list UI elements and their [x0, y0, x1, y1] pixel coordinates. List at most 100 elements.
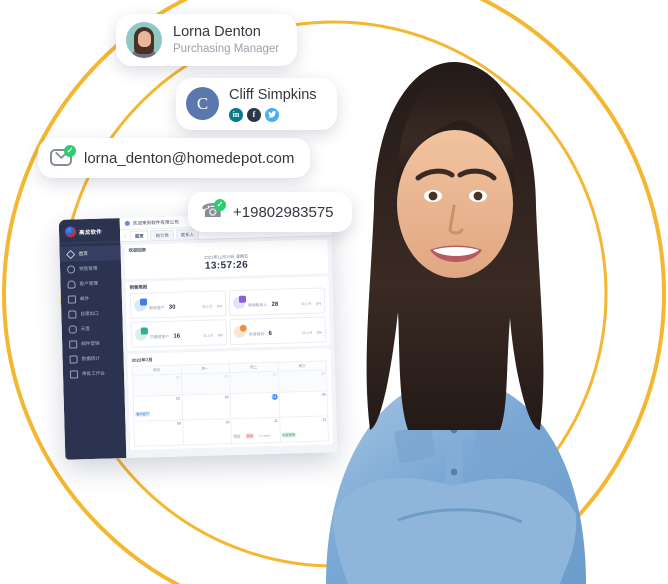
shirt-pocket [394, 424, 436, 464]
sidebar-item-home[interactable]: 首页 [59, 245, 121, 262]
calendar-cell[interactable]: 04 [230, 392, 280, 419]
hair [366, 62, 544, 430]
stat-side-label: 较上月 [301, 301, 312, 307]
twitter-bird-glyph [267, 111, 276, 118]
phone-icon: ☎ ✓ [200, 199, 226, 223]
calendar-cell[interactable]: 05 [278, 390, 328, 418]
app-main: 欢迎来到软件有限公司 ‹ 首页 统计表 联系人 欢迎回来 2021年11月19日… [119, 212, 338, 459]
new-contacts-icon [232, 296, 246, 310]
app-sidebar: 高龙软件 首页 销售管理 客户管理 邮件 自建出口 云盘 邮件营销 数据统计 审… [58, 218, 127, 460]
calendar-event[interactable]: 重点客户 [135, 410, 150, 417]
sidebar-item-approvals[interactable]: 审批工作台 [63, 365, 124, 382]
sidebar-item-label: 邮件 [79, 295, 90, 301]
sidebar-item-sales[interactable]: 销售管理 [60, 260, 121, 277]
sidebar-item-label: 邮件营销 [81, 340, 100, 346]
calendar-panel: 2022年7月 周日 周一 周二 周三 25 26 27 28 02 重点客户 … [127, 348, 334, 450]
crm-dashboard-window[interactable]: 高龙软件 首页 销售管理 客户管理 邮件 自建出口 云盘 邮件营销 数据统计 审… [58, 212, 338, 460]
sidebar-item-label: 客户管理 [79, 280, 98, 286]
tab-home[interactable]: 首页 [129, 230, 149, 241]
hero-illustration: 高龙软件 首页 销售管理 客户管理 邮件 自建出口 云盘 邮件营销 数据统计 审… [0, 0, 668, 584]
calendar-day-number: 27 [272, 372, 277, 377]
contact-card-social[interactable]: C Cliff Simpkins in f [176, 78, 337, 130]
eyebrow-left [415, 168, 455, 181]
calendar-cell[interactable]: 03 [181, 393, 231, 420]
calendar-cell[interactable]: 25 [132, 373, 182, 397]
user-icon [67, 279, 76, 289]
stat-card[interactable]: 新增联系人 28 较上月 0% [228, 287, 326, 317]
linkedin-icon[interactable]: in [229, 107, 243, 122]
sidebar-item-mail[interactable]: 邮件 [61, 290, 122, 307]
sidebar-item-export[interactable]: 自建出口 [61, 305, 122, 322]
stat-card[interactable]: 新增客户 30 较上月 0% [129, 290, 227, 319]
sidebar-item-customers[interactable]: 客户管理 [60, 275, 121, 292]
calendar-cell[interactable]: 12 出差安排 [279, 415, 329, 443]
calendar-event[interactable]: 回访 [245, 432, 255, 439]
sidebar-item-label: 销售管理 [78, 265, 98, 271]
home-icon [66, 249, 76, 259]
shirt-pocket [472, 424, 514, 464]
contact-name: Cliff Simpkins [229, 87, 317, 103]
calendar-day-number: 05 [321, 392, 326, 397]
calendar-cell[interactable]: 27 [229, 371, 279, 394]
twitter-icon[interactable] [265, 107, 279, 122]
sidebar-item-cloud[interactable]: 云盘 [62, 320, 123, 337]
calendar-event[interactable]: 出差安排 [281, 431, 297, 438]
calendar-cell[interactable]: 11 会议 回访 +2 more [230, 417, 280, 444]
stat-value: 28 [271, 301, 279, 308]
calendar-event[interactable]: 会议 [232, 433, 242, 439]
calendar-day-number: 02 [176, 396, 181, 401]
hair-front [397, 74, 515, 188]
sidebar-item-label: 审批工作台 [81, 370, 106, 376]
pupil-left [428, 191, 438, 201]
mouth [430, 245, 482, 262]
clock-block: 2021年11月19日 星期五 13:57:26 [129, 250, 324, 275]
calendar-cell[interactable]: 28 [278, 369, 328, 393]
nose [448, 204, 464, 235]
stat-value: 6 [268, 330, 273, 338]
followed-customers-icon [134, 328, 148, 341]
facebook-icon[interactable]: f [247, 107, 261, 122]
tab-statistics[interactable]: 统计表 [150, 229, 174, 241]
sidebar-item-email-marketing[interactable]: 邮件营销 [62, 335, 123, 352]
cloud-icon [68, 324, 77, 334]
shirt-collar [418, 378, 490, 418]
contact-card-phone[interactable]: ☎ ✓ +19802983575 [188, 192, 352, 232]
welcome-clock-panel: 欢迎回来 2021年11月19日 星期五 13:57:26 [124, 239, 329, 280]
contact-card-email[interactable]: ✓ lorna_denton@homedepot.com [38, 138, 311, 178]
sidebar-item-label: 自建出口 [80, 310, 99, 316]
contact-card-person[interactable]: Lorna Denton Purchasing Manager [116, 14, 298, 66]
clock-time: 13:57:26 [204, 259, 249, 272]
avatar-initial: C [186, 87, 219, 121]
avatar-face [137, 31, 151, 47]
verified-check-icon: ✓ [214, 199, 226, 211]
mail-icon [67, 294, 77, 304]
sidebar-item-statistics[interactable]: 数据统计 [62, 350, 123, 367]
calendar-cell[interactable]: 02 重点客户 [133, 394, 183, 422]
stat-card[interactable]: 新增商机 6 较上月 0% [229, 316, 327, 346]
app-logo-icon [64, 226, 77, 238]
calendar-day-number: 26 [224, 374, 229, 379]
stat-label: 新增商机 [248, 332, 265, 337]
calendar-row: 09 10 11 会议 回访 +2 more 12 出差安排 [133, 415, 329, 447]
sidebar-nav: 首页 销售管理 客户管理 邮件 自建出口 云盘 邮件营销 数据统计 审批工作台 [59, 242, 124, 382]
stat-side-value: 0% [315, 301, 322, 306]
stat-side-value: 0% [316, 330, 323, 335]
tab-back-arrow-icon[interactable]: ‹ [124, 234, 128, 241]
stat-side-label: 较上月 [302, 330, 313, 336]
calendar-day-number: 11 [274, 418, 278, 423]
calendar-day-number-today: 04 [271, 393, 278, 400]
calendar-cell[interactable]: 09 [133, 419, 184, 447]
calendar-more-link[interactable]: +2 more [258, 432, 271, 437]
phone-value: +19802983575 [233, 203, 334, 221]
new-customers-icon [133, 299, 147, 312]
stat-card[interactable]: 已跟进客户 16 较上月 0% [130, 319, 228, 348]
contact-name: Lorna Denton [173, 24, 261, 41]
calendar-cell[interactable]: 26 [181, 372, 231, 395]
app-content-scroll[interactable]: 欢迎回来 2021年11月19日 星期五 13:57:26 销售简报 新增客户 [120, 236, 337, 458]
calendar-day-number: 12 [322, 417, 327, 422]
book-icon [69, 354, 78, 364]
envelope-icon: ✓ [50, 145, 76, 169]
calendar-day-number: 28 [321, 371, 326, 376]
calendar-cell[interactable]: 10 [182, 418, 232, 445]
shirt-button [450, 426, 458, 434]
